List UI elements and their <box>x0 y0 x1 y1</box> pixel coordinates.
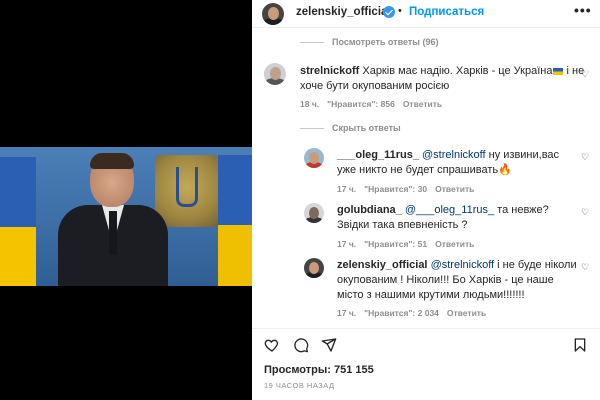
like-comment-icon[interactable]: ♡ <box>581 263 589 272</box>
divider-line <box>300 128 324 130</box>
commenter-avatar[interactable] <box>304 258 324 278</box>
verified-badge-icon <box>383 6 395 18</box>
comment-username[interactable]: golubdiana_ <box>337 204 402 216</box>
comment-time: 18 ч. <box>300 99 320 109</box>
comment-likes[interactable]: "Нравится": 30 <box>364 184 427 194</box>
reply-button[interactable]: Ответить <box>435 184 474 194</box>
post-header: zelenskiy_official • Подписаться ••• <box>252 0 600 28</box>
comment-meta: 17 ч. "Нравится": 51 Ответить <box>337 239 482 249</box>
reply-button[interactable]: Ответить <box>403 99 442 109</box>
divider-line <box>300 42 324 44</box>
comment-meta: 17 ч. "Нравится": 2 034 Ответить <box>337 308 494 318</box>
heart-icon[interactable] <box>264 337 280 353</box>
ukraine-flag-left <box>0 157 36 286</box>
comment-mention[interactable]: @___oleg_11rus_ <box>405 204 494 216</box>
more-options-icon[interactable]: ••• <box>574 2 592 18</box>
post-timestamp[interactable]: 19 ЧАСОВ НАЗАД <box>264 381 335 390</box>
comment-mention[interactable]: @strelnickoff <box>422 149 486 161</box>
comment-likes[interactable]: "Нравится": 856 <box>327 99 395 109</box>
media-pane <box>0 0 252 400</box>
comment-username[interactable]: zelenskiy_official <box>337 259 428 271</box>
hide-replies-link[interactable]: Скрыть ответы <box>300 123 401 133</box>
ukraine-flag-emoji-icon <box>553 67 564 75</box>
comment-icon[interactable] <box>293 337 309 353</box>
comment-meta: 17 ч. "Нравится": 30 Ответить <box>337 184 482 194</box>
comment-username[interactable]: strelnickoff <box>300 65 359 77</box>
like-comment-icon[interactable]: ♡ <box>581 208 589 217</box>
hide-replies-label: Скрыть ответы <box>332 123 401 133</box>
follow-button[interactable]: Подписаться <box>409 6 484 18</box>
bookmark-icon[interactable] <box>572 337 588 353</box>
like-comment-icon[interactable]: ♡ <box>581 70 589 79</box>
comment-body: Харків має надію. Харків - це Україна <box>362 65 553 77</box>
author-username[interactable]: zelenskiy_official <box>296 6 391 18</box>
ukraine-flag-right <box>218 155 252 286</box>
fire-emoji-icon: 🔥 <box>498 164 512 176</box>
video-player[interactable] <box>0 147 252 286</box>
reply-button[interactable]: Ответить <box>447 308 486 318</box>
separator-dot: • <box>398 5 402 17</box>
reply-button[interactable]: Ответить <box>435 239 474 249</box>
comment-time: 17 ч. <box>337 308 357 318</box>
comment-text: golubdiana_ @___oleg_11rus_ та невже? Зв… <box>337 203 577 233</box>
author-avatar[interactable] <box>262 3 284 25</box>
comment-time: 17 ч. <box>337 239 357 249</box>
view-replies-label: Посмотреть ответы (96) <box>332 37 439 47</box>
like-comment-icon[interactable]: ♡ <box>581 153 589 162</box>
comment-text: zelenskiy_official @strelnickoff і не бу… <box>337 258 577 303</box>
commenter-avatar[interactable] <box>264 63 286 85</box>
comment-likes[interactable]: "Нравится": 2 034 <box>364 308 439 318</box>
speaker-image <box>58 153 168 286</box>
view-replies-link[interactable]: Посмотреть ответы (96) <box>300 37 438 47</box>
comment-meta: 18 ч. "Нравится": 856 Ответить <box>300 99 450 109</box>
comments-panel: zelenskiy_official • Подписаться ••• Пос… <box>252 0 600 400</box>
comment-mention[interactable]: @strelnickoff <box>431 259 495 271</box>
post-actions: Просмотры: 751 155 19 ЧАСОВ НАЗАД <box>252 328 600 400</box>
commenter-avatar[interactable] <box>304 148 324 168</box>
comment-username[interactable]: ___oleg_11rus_ <box>337 149 419 161</box>
share-icon[interactable] <box>321 337 337 353</box>
comment-text: ___oleg_11rus_ @strelnickoff ну извини,в… <box>337 148 577 178</box>
views-count: Просмотры: 751 155 <box>264 364 374 376</box>
comment-text: strelnickoff Харків має надію. Харків - … <box>300 64 590 94</box>
comment-time: 17 ч. <box>337 184 357 194</box>
comment-likes[interactable]: "Нравится": 51 <box>364 239 427 249</box>
instagram-post-view: zelenskiy_official • Подписаться ••• Пос… <box>0 0 600 400</box>
commenter-avatar[interactable] <box>304 203 324 223</box>
trident-emblem <box>176 167 198 207</box>
